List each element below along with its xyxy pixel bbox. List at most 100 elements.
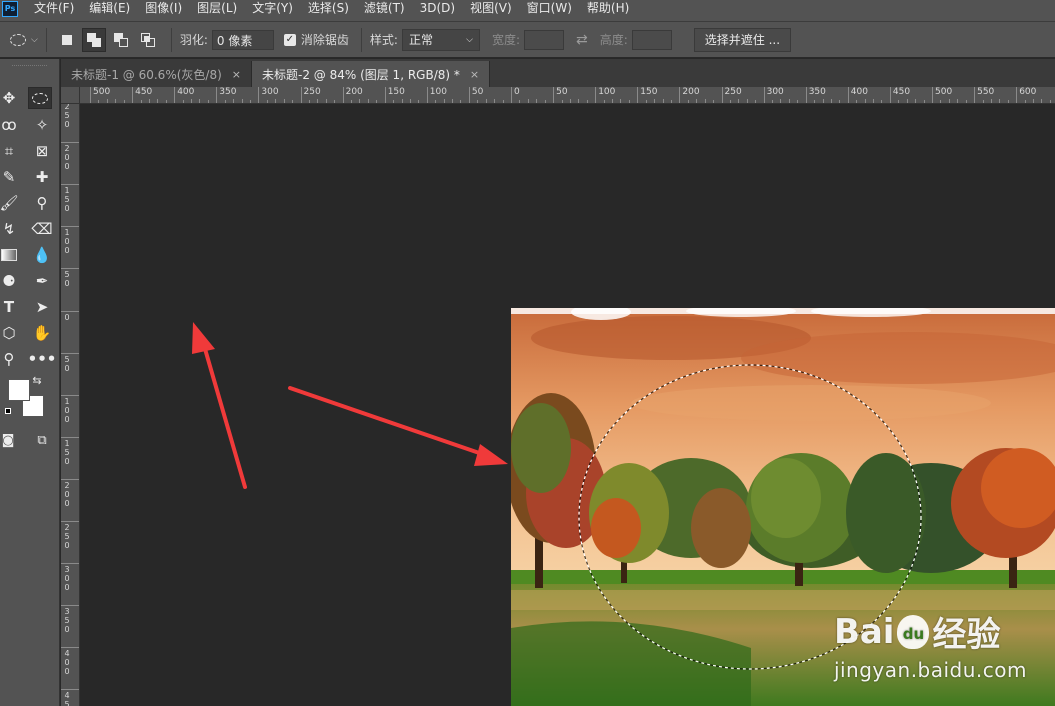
default-colors-icon[interactable] — [5, 408, 11, 414]
healing-brush-tool-icon[interactable]: ✚ — [30, 166, 54, 188]
blur-tool-icon[interactable]: 💧 — [30, 244, 54, 266]
height-input[interactable] — [631, 29, 672, 50]
ruler-tick-label: 1 — [64, 396, 70, 406]
ruler-minor-tick — [485, 99, 487, 103]
frame-tool-icon[interactable]: ⊠ — [30, 140, 54, 162]
ruler-minor-tick — [898, 100, 900, 103]
shape-tool-icon[interactable]: ⬡ — [0, 322, 21, 344]
ruler-tick-label: 0 — [64, 363, 70, 373]
lasso-tool-icon[interactable]: ꝏ — [0, 114, 21, 136]
close-icon[interactable]: × — [232, 68, 241, 81]
swap-colors-icon[interactable]: ⇆ — [30, 373, 44, 387]
ruler-tick-label: 0 — [64, 120, 70, 129]
intersect-selection-button[interactable] — [136, 28, 160, 52]
brush-tool-icon[interactable]: 🖌 — [0, 192, 21, 214]
dodge-tool-icon[interactable]: ⚈ — [0, 270, 21, 292]
menu-image[interactable]: 图像(I) — [145, 0, 182, 16]
ruler-minor-tick — [249, 100, 251, 103]
tab-document-1[interactable]: 未标题-1 @ 60.6%(灰色/8) × — [61, 61, 252, 87]
ruler-tick — [61, 563, 79, 565]
menu-view[interactable]: 视图(V) — [470, 0, 512, 16]
add-to-selection-button[interactable] — [81, 27, 106, 52]
width-input[interactable] — [523, 29, 564, 50]
ruler-minor-tick — [687, 100, 689, 103]
ruler-tick — [61, 352, 79, 354]
ruler-minor-tick — [923, 100, 925, 103]
close-icon[interactable]: × — [470, 68, 479, 81]
tab-label: 未标题-1 @ 60.6%(灰色/8) — [71, 67, 222, 82]
elliptical-marquee-preset-icon[interactable] — [10, 33, 26, 46]
ruler-minor-tick — [620, 99, 622, 103]
ruler-tick-label: 2 — [64, 523, 70, 532]
menu-layer[interactable]: 图层(L) — [197, 0, 237, 16]
arrow-head — [474, 444, 508, 466]
elliptical-marquee-tool-icon[interactable] — [28, 87, 52, 109]
intersect-selection-icon — [140, 32, 155, 47]
ruler-minor-tick — [1007, 100, 1009, 103]
ruler-tick-label: 0 — [64, 658, 70, 668]
zoom-tool-icon[interactable]: ⚲ — [0, 348, 21, 370]
screen-mode-icon[interactable]: ⧉ — [30, 429, 54, 451]
quick-mask-icon[interactable]: ◙ — [0, 429, 20, 451]
ruler-minor-tick — [788, 99, 790, 103]
chevron-down-icon[interactable]: ⌵ — [31, 35, 38, 45]
type-tool-icon[interactable]: T — [0, 296, 21, 318]
menu-3d[interactable]: 3D(D) — [420, 1, 455, 15]
menu-filter[interactable]: 滤镜(T) — [364, 0, 405, 16]
move-tool-icon[interactable]: ✥ — [0, 87, 21, 109]
ruler-minor-tick — [401, 99, 403, 103]
ruler-minor-tick — [283, 99, 285, 103]
ruler-minor-tick — [191, 99, 193, 103]
ruler-tick-label: 3 — [64, 565, 70, 575]
ruler-minor-tick — [233, 99, 235, 103]
canvas-area[interactable]: Bai du 经验 jingyan.baidu.com — [80, 104, 1055, 706]
history-brush-tool-icon[interactable]: ↯ — [0, 218, 21, 240]
ruler-tick-label: 0 — [64, 405, 70, 415]
style-select[interactable]: 正常 ⌵ — [401, 28, 480, 51]
ruler-origin[interactable] — [61, 87, 80, 104]
ruler-minor-tick — [502, 100, 504, 103]
menu-help[interactable]: 帮助(H) — [587, 0, 629, 16]
ruler-minor-tick — [359, 99, 361, 103]
tab-label: 未标题-2 @ 84% (图层 1, RGB/8) * — [261, 67, 460, 82]
ruler-tick-label: 1 — [64, 438, 70, 448]
feather-input[interactable]: 0 像素 — [211, 29, 274, 50]
pen-tool-icon[interactable]: ✒ — [30, 270, 54, 292]
ruler-minor-tick — [435, 100, 437, 103]
hand-tool-icon[interactable]: ✋ — [30, 322, 54, 344]
gradient-tool-icon[interactable] — [0, 244, 21, 266]
ruler-minor-tick — [409, 99, 411, 103]
ruler-tick-label: 0 — [64, 489, 70, 499]
new-selection-button[interactable] — [55, 28, 79, 52]
vertical-ruler[interactable]: 2502001501005005010015020025030035040045 — [61, 104, 80, 706]
magic-wand-tool-icon[interactable]: ✧ — [30, 114, 54, 136]
menu-file[interactable]: 文件(F) — [34, 0, 74, 16]
ruler-tick-label: 0 — [64, 625, 70, 635]
ruler-minor-tick — [628, 100, 630, 103]
ruler-minor-tick — [241, 99, 243, 103]
menu-select[interactable]: 选择(S) — [308, 0, 349, 16]
clone-stamp-tool-icon[interactable]: ⚲ — [30, 192, 54, 214]
menu-window[interactable]: 窗口(W) — [527, 0, 572, 16]
crop-tool-icon[interactable]: ⌗ — [0, 140, 21, 162]
select-and-mask-button[interactable]: 选择并遮住 ... — [693, 27, 792, 52]
panel-grip[interactable] — [12, 65, 47, 75]
ruler-tick-label: 50 — [468, 87, 483, 103]
tab-document-2[interactable]: 未标题-2 @ 84% (图层 1, RGB/8) * × — [251, 61, 491, 87]
ruler-minor-tick — [367, 99, 369, 103]
path-selection-tool-icon[interactable]: ➤ — [30, 296, 54, 318]
landscape-photo-layer[interactable]: Bai du 经验 jingyan.baidu.com — [511, 308, 1055, 706]
more-tools-icon[interactable]: ••• — [28, 348, 57, 370]
antialias-checkbox[interactable]: ✓ — [283, 33, 296, 46]
swap-width-height-icon[interactable]: ⇄ — [576, 32, 588, 48]
ruler-minor-tick — [569, 99, 571, 103]
eyedropper-tool-icon[interactable]: ✎ — [0, 166, 21, 188]
subtract-from-selection-button[interactable] — [109, 28, 133, 52]
eraser-tool-icon[interactable]: ⌫ — [30, 218, 54, 240]
foreground-color-swatch[interactable] — [8, 379, 30, 401]
menu-edit[interactable]: 编辑(E) — [89, 0, 130, 16]
menu-type[interactable]: 文字(Y) — [252, 0, 293, 16]
horizontal-ruler[interactable]: 500 450 400 350 300 250 200 150 100 50 0 50 100 150 20… — [80, 87, 1055, 104]
ruler-minor-tick — [957, 99, 959, 103]
photoshop-logo-icon: Ps — [2, 0, 18, 17]
